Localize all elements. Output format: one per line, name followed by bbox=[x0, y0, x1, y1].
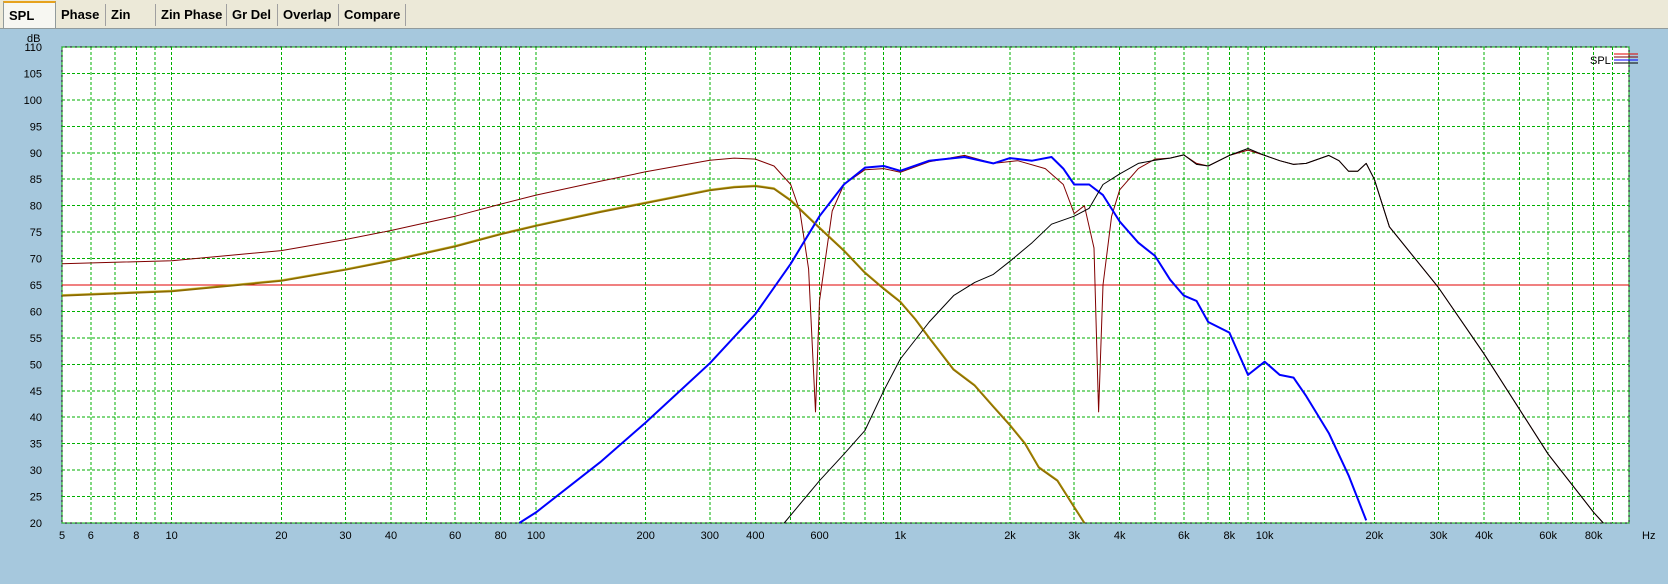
x-tick-label: 600 bbox=[810, 530, 828, 542]
x-tick-label: 60k bbox=[1539, 530, 1557, 542]
x-tick-label: 6 bbox=[88, 530, 94, 542]
x-tick-label: 2k bbox=[1004, 530, 1016, 542]
spl-chart: 2025303540455055606570758085909510010511… bbox=[24, 33, 1656, 542]
y-tick-label: 25 bbox=[30, 492, 42, 504]
x-tick-label: 20 bbox=[275, 530, 287, 542]
x-tick-label: 8 bbox=[133, 530, 139, 542]
x-tick-label: 20k bbox=[1365, 530, 1383, 542]
y-tick-label: 50 bbox=[30, 359, 42, 371]
y-tick-label: 105 bbox=[24, 68, 42, 80]
tab-phase[interactable]: Phase bbox=[56, 4, 106, 26]
x-tick-label: 300 bbox=[701, 530, 719, 542]
tab-zin[interactable]: Zin bbox=[106, 4, 156, 26]
x-tick-label: 3k bbox=[1068, 530, 1080, 542]
x-tick-label: 200 bbox=[637, 530, 655, 542]
x-tick-label: 80 bbox=[495, 530, 507, 542]
x-tick-label: 80k bbox=[1585, 530, 1603, 542]
y-tick-label: 75 bbox=[30, 227, 42, 239]
x-tick-label: 6k bbox=[1178, 530, 1190, 542]
x-tick-label: 1k bbox=[895, 530, 907, 542]
x-tick-labels: 5 6 8 10 20 30 40 60 80 100 200 300 400 600 1k 2k 3k 4k 6k… bbox=[59, 530, 1603, 542]
x-tick-label: 10k bbox=[1256, 530, 1274, 542]
x-axis-label: Hz bbox=[1642, 530, 1655, 542]
x-tick-label: 4k bbox=[1114, 530, 1126, 542]
y-tick-label: 45 bbox=[30, 386, 42, 398]
x-tick-label: 100 bbox=[527, 530, 545, 542]
x-tick-label: 30 bbox=[339, 530, 351, 542]
y-tick-label: 90 bbox=[30, 148, 42, 160]
y-tick-label: 35 bbox=[30, 439, 42, 451]
tab-gr-del[interactable]: Gr Del bbox=[227, 4, 278, 26]
x-tick-label: 60 bbox=[449, 530, 461, 542]
tab-overlap[interactable]: Overlap bbox=[278, 4, 339, 26]
y-tick-labels: 2025303540455055606570758085909510010511… bbox=[24, 42, 42, 530]
x-tick-label: 40k bbox=[1475, 530, 1493, 542]
y-tick-label: 80 bbox=[30, 201, 42, 213]
y-tick-label: 95 bbox=[30, 121, 42, 133]
y-tick-label: 100 bbox=[24, 95, 42, 107]
y-tick-label: 30 bbox=[30, 465, 42, 477]
tab-zin-phase[interactable]: Zin Phase bbox=[156, 4, 227, 26]
tab-spl[interactable]: SPL bbox=[3, 1, 56, 28]
x-tick-label: 400 bbox=[746, 530, 764, 542]
y-tick-label: 20 bbox=[30, 518, 42, 530]
y-tick-label: 65 bbox=[30, 280, 42, 292]
chart-panel: 20 25 30 35 40 45 50 55 60 65 70 75 80 85 90 95 100 105 11… bbox=[0, 29, 1668, 584]
y-tick-label: 70 bbox=[30, 254, 42, 266]
y-tick-label: 60 bbox=[30, 306, 42, 318]
x-tick-label: 40 bbox=[385, 530, 397, 542]
y-tick-label: 85 bbox=[30, 174, 42, 186]
x-tick-label: 30k bbox=[1430, 530, 1448, 542]
legend-label: SPL bbox=[1590, 55, 1611, 67]
y-tick-label: 40 bbox=[30, 412, 42, 424]
tab-bar: SPL Phase Zin Zin Phase Gr Del Overlap C… bbox=[0, 0, 1668, 29]
x-tick-label: 5 bbox=[59, 530, 65, 542]
y-tick-label: 55 bbox=[30, 333, 42, 345]
x-tick-label: 8k bbox=[1224, 530, 1236, 542]
tab-compare[interactable]: Compare bbox=[339, 4, 406, 26]
x-tick-label: 10 bbox=[166, 530, 178, 542]
y-axis-label: dB bbox=[27, 33, 40, 45]
